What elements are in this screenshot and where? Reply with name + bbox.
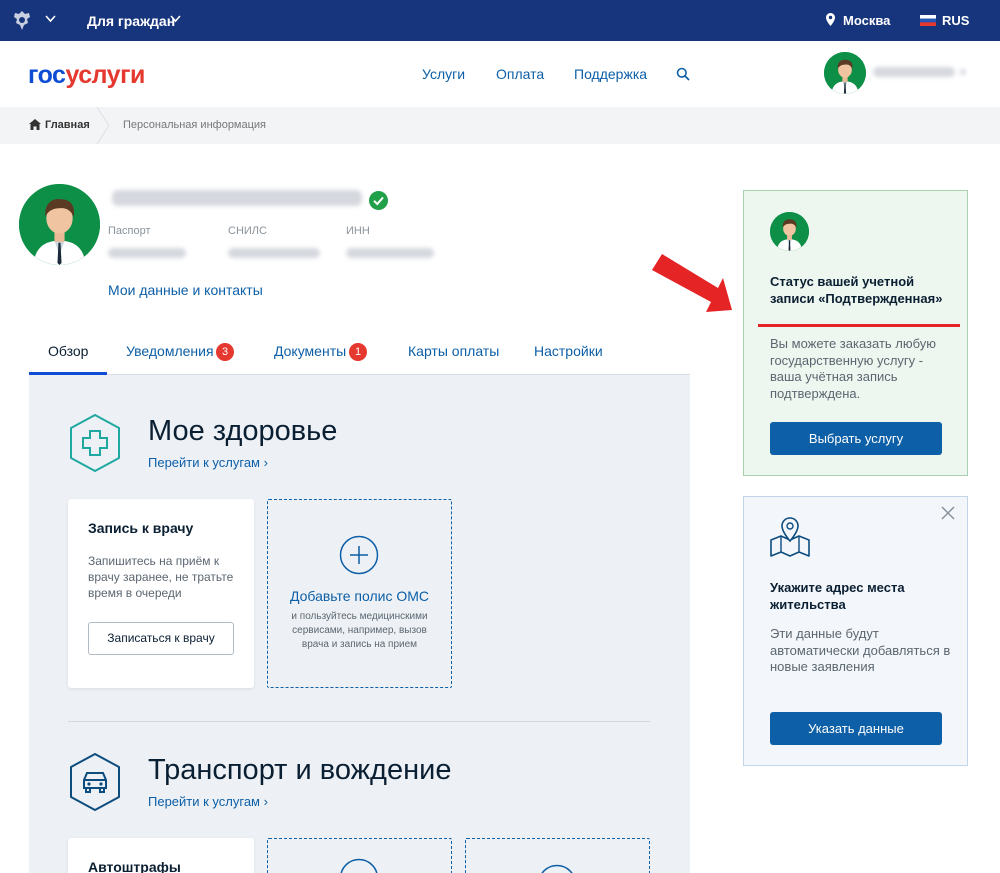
user-name-blurred[interactable] [873,67,955,77]
site-header: госуслуги Услуги Оплата Поддержка [0,41,1000,107]
account-status-text: Вы можете заказать любую государственную… [770,336,937,401]
add-oms-text: и пользуйтесь медицинскими сервисами, на… [291,611,428,650]
nav-payment[interactable]: Оплата [496,66,544,82]
map-pin-icon [770,517,810,557]
russian-flag-icon[interactable] [920,15,936,26]
documents-badge: 1 [349,343,367,361]
chevron-down-icon[interactable] [170,15,181,23]
health-cross-icon [70,414,120,472]
search-icon[interactable] [676,67,690,81]
red-underline-highlight [758,324,960,327]
chevron-right-icon: › [263,455,268,470]
tab-overview[interactable]: Обзор [48,343,88,359]
inn-label: ИНН [346,225,370,237]
nav-support[interactable]: Поддержка [574,66,647,82]
health-services-link[interactable]: Перейти к услугам › [148,455,268,470]
breadcrumb-current: Персональная информация [123,119,267,131]
breadcrumb: Главная Персональная информация [0,107,1000,144]
address-card-text: Эти данные будут автоматически добавлять… [770,626,951,674]
language-selector[interactable]: RUS [942,13,969,28]
passport-label: Паспорт [108,225,151,237]
profile-name-blurred [112,190,362,206]
gosuslugi-logo[interactable]: госуслуги [28,61,145,90]
add-oms-title[interactable]: Добавьте полис ОМС [270,588,449,604]
inn-value-blurred [346,248,434,258]
location-pin-icon[interactable] [826,13,835,26]
book-doctor-button[interactable]: Записаться к врачу [88,622,234,655]
status-avatar [770,212,809,251]
verified-check-icon [369,191,388,210]
breadcrumb-separator [96,107,110,144]
health-section-title: Мое здоровье [148,415,338,447]
snils-value-blurred [228,248,320,258]
location-selector[interactable]: Москва [843,13,890,28]
chevron-down-icon[interactable] [45,15,56,23]
audience-selector[interactable]: Для граждан [87,13,175,29]
choose-service-button[interactable]: Выбрать услугу [770,422,942,455]
car-icon [70,753,120,811]
close-icon[interactable] [941,506,955,520]
passport-value-blurred [108,248,186,258]
notifications-badge: 3 [216,343,234,361]
section-divider [68,721,650,722]
chevron-right-icon: › [263,794,268,809]
doctor-card-title: Запись к врачу [88,520,194,536]
home-icon[interactable] [29,119,41,130]
address-card-title: Укажите адрес места жительства [770,580,905,612]
my-data-link[interactable]: Мои данные и контакты [108,282,263,298]
transport-services-link[interactable]: Перейти к услугам › [148,794,268,809]
status-avatar-icon [770,212,809,251]
profile-avatar-icon [19,184,100,265]
doctor-card-text: Запишитесь на приём к врачу заранее, не … [88,554,234,600]
tab-notifications[interactable]: Уведомления [126,343,214,359]
nav-services[interactable]: Услуги [422,66,465,82]
add-plus-icon[interactable] [537,864,577,873]
top-bar: Для граждан Москва RUS [0,0,1000,41]
tab-documents[interactable]: Документы [274,343,346,359]
specify-data-button[interactable]: Указать данные [770,712,942,745]
account-status-title: Статус вашей учетной записи «Подтвержден… [770,274,943,306]
add-plus-icon[interactable] [339,535,379,575]
user-avatar-icon [824,52,866,94]
tab-payment-cards[interactable]: Карты оплаты [408,343,499,359]
tab-settings[interactable]: Настройки [534,343,603,359]
car-fines-title: Автоштрафы [88,859,181,873]
snils-label: СНИЛС [228,225,267,237]
blurred-marker [960,69,966,75]
user-avatar[interactable] [824,52,866,94]
profile-avatar [19,184,100,265]
coat-of-arms-icon[interactable] [10,9,34,33]
transport-section-title: Транспорт и вождение [148,754,452,786]
red-arrow-pointer [652,254,732,312]
add-plus-icon[interactable] [339,858,379,873]
breadcrumb-home[interactable]: Главная [45,119,90,131]
